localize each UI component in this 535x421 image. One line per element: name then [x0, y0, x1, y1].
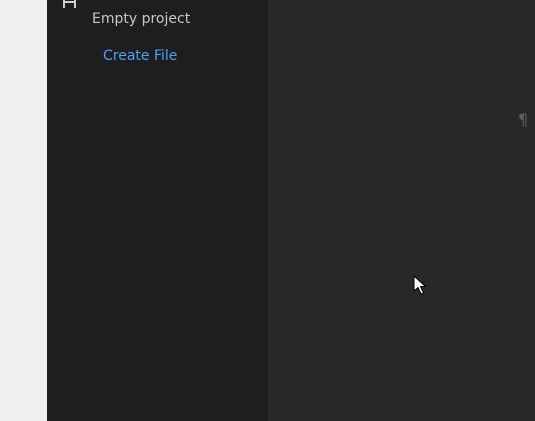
pilcrow-marker: ¶	[518, 110, 529, 129]
mouse-pointer-icon	[413, 275, 426, 295]
empty-project-label: Empty project	[92, 11, 191, 27]
create-file-link[interactable]: Create File	[103, 48, 177, 64]
home-icon[interactable]	[62, 0, 77, 8]
editor-pane[interactable]	[268, 0, 535, 421]
window-gutter	[0, 0, 47, 421]
